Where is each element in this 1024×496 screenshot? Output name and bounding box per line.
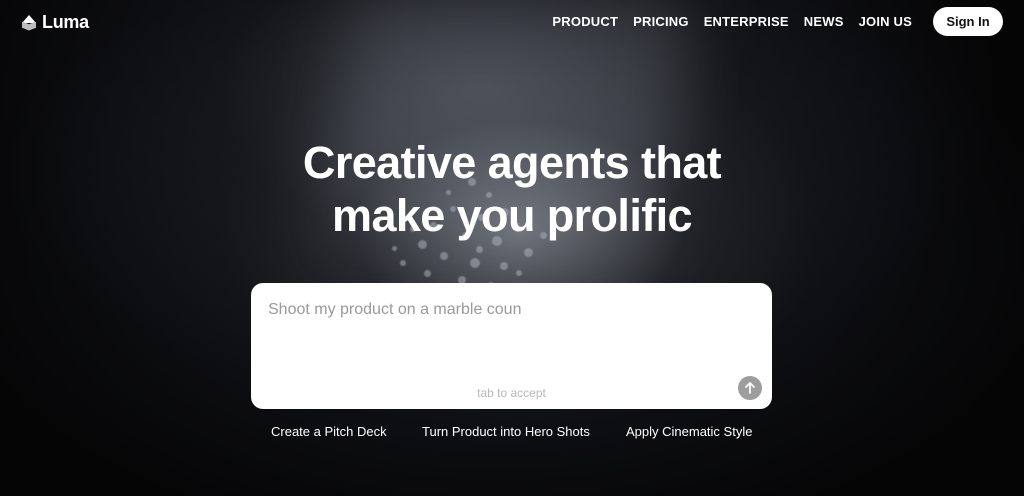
suggestion-hero-shots[interactable]: Turn Product into Hero Shots	[422, 424, 590, 439]
suggestion-pitch-deck[interactable]: Create a Pitch Deck	[271, 424, 387, 439]
particle-dot	[440, 252, 448, 260]
nav-item-news[interactable]: NEWS	[804, 14, 844, 29]
particle-dot	[424, 270, 431, 277]
prompt-input[interactable]	[268, 301, 748, 371]
prompt-box: tab to accept	[251, 283, 772, 409]
particle-dot	[476, 246, 483, 253]
particle-dot	[400, 260, 406, 266]
hero-headline-line-2: make you prolific	[332, 190, 693, 241]
particle-dot	[500, 262, 508, 270]
sign-in-button[interactable]: Sign In	[933, 7, 1003, 36]
nav-item-product[interactable]: PRODUCT	[552, 14, 618, 29]
brand-logo[interactable]: Luma	[22, 12, 89, 33]
nav-item-enterprise[interactable]: ENTERPRISE	[704, 14, 789, 29]
main-nav: PRODUCT PRICING ENTERPRISE NEWS JOIN US	[552, 14, 912, 29]
particle-dot	[392, 246, 397, 251]
luma-logo-icon	[22, 14, 36, 31]
brand-name: Luma	[42, 12, 89, 32]
particle-dot	[470, 258, 480, 268]
hero-headline: Creative agents that make you prolific	[0, 136, 1024, 242]
particle-dot	[516, 270, 522, 276]
top-nav-bar: Luma PRODUCT PRICING ENTERPRISE NEWS JOI…	[0, 0, 1024, 44]
suggestion-cinematic-style[interactable]: Apply Cinematic Style	[626, 424, 752, 439]
arrow-up-icon	[745, 382, 755, 394]
particle-dot	[524, 248, 533, 257]
nav-item-join-us[interactable]: JOIN US	[859, 14, 912, 29]
page: Luma PRODUCT PRICING ENTERPRISE NEWS JOI…	[0, 0, 1024, 496]
submit-button[interactable]	[738, 376, 762, 400]
hero-headline-line-1: Creative agents that	[302, 137, 722, 188]
autocomplete-hint: tab to accept	[477, 386, 546, 400]
nav-item-pricing[interactable]: PRICING	[633, 14, 689, 29]
